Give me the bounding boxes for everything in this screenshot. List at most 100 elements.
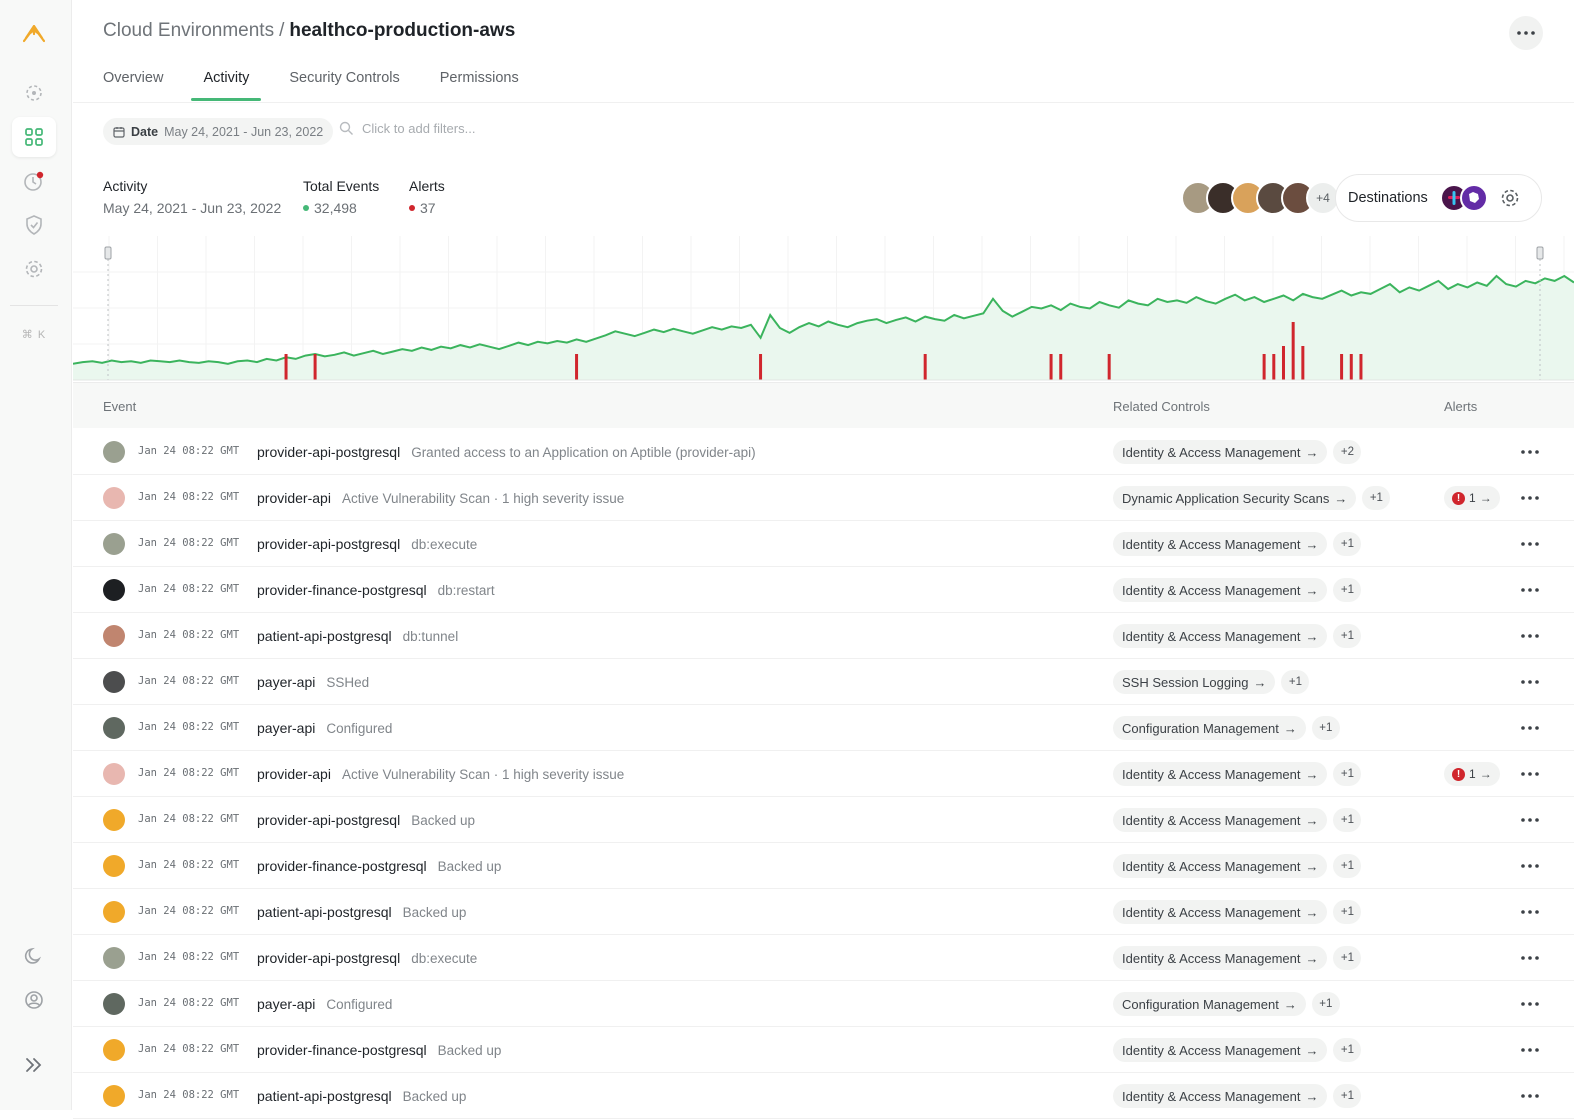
table-row[interactable]: Jan 24 08:22 GMT patient-api-postgresql db… — [73, 613, 1574, 659]
related-control-pill[interactable]: SSH Session Logging → — [1113, 670, 1276, 694]
command-shortcut[interactable]: ⌘ K — [12, 328, 56, 341]
row-more-button[interactable] — [1513, 577, 1547, 603]
table-row[interactable]: Jan 24 08:22 GMT patient-api-postgresql Ba… — [73, 889, 1574, 935]
related-control-pill[interactable]: Dynamic Application Security Scans → — [1113, 486, 1357, 510]
row-more-button[interactable] — [1513, 761, 1547, 787]
row-more-button[interactable] — [1513, 945, 1547, 971]
table-row[interactable]: Jan 24 08:22 GMT provider-finance-postgre… — [73, 843, 1574, 889]
column-header-alerts[interactable]: Alerts — [1444, 399, 1477, 414]
row-more-button[interactable] — [1513, 669, 1547, 695]
alerts-icon[interactable] — [12, 161, 56, 201]
alert-badge[interactable]: ! 1 → — [1444, 486, 1500, 510]
table-row[interactable]: Jan 24 08:22 GMT payer-api Configured Confi… — [73, 981, 1574, 1027]
event-resource[interactable]: payer-api — [257, 996, 315, 1012]
row-more-button[interactable] — [1513, 485, 1547, 511]
date-filter[interactable]: Date May 24, 2021 - Jun 23, 2022 — [103, 118, 334, 145]
related-control-pill[interactable]: Identity & Access Management → — [1113, 854, 1328, 878]
event-resource[interactable]: payer-api — [257, 720, 315, 736]
grid-icon[interactable] — [12, 117, 56, 157]
row-more-button[interactable] — [1513, 991, 1547, 1017]
related-controls-more[interactable]: +1 — [1333, 762, 1362, 786]
table-row[interactable]: Jan 24 08:22 GMT provider-api-postgresql d… — [73, 935, 1574, 981]
related-controls-more[interactable]: +1 — [1362, 486, 1391, 510]
event-resource[interactable]: provider-api-postgresql — [257, 950, 400, 966]
related-controls-more[interactable]: +1 — [1311, 992, 1340, 1016]
tab-activity[interactable]: Activity — [191, 68, 262, 104]
event-resource[interactable]: patient-api-postgresql — [257, 628, 392, 644]
event-resource[interactable]: provider-finance-postgresql — [257, 1042, 427, 1058]
related-control-pill[interactable]: Identity & Access Management → — [1113, 762, 1328, 786]
event-resource[interactable]: provider-api-postgresql — [257, 812, 400, 828]
gear-icon[interactable] — [12, 249, 56, 289]
range-end-handle[interactable] — [1536, 246, 1544, 260]
row-more-button[interactable] — [1513, 623, 1547, 649]
table-row[interactable]: Jan 24 08:22 GMT provider-api Active Vulne… — [73, 751, 1574, 797]
related-control-pill[interactable]: Identity & Access Management → — [1113, 532, 1328, 556]
alert-badge[interactable]: ! 1 → — [1444, 762, 1500, 786]
row-more-button[interactable] — [1513, 807, 1547, 833]
related-controls-more[interactable]: +1 — [1311, 716, 1340, 740]
event-resource[interactable]: provider-api — [257, 766, 331, 782]
table-row[interactable]: Jan 24 08:22 GMT provider-finance-postgre… — [73, 567, 1574, 613]
team-avatars[interactable]: +4 — [1181, 181, 1340, 215]
related-controls-more[interactable]: +1 — [1333, 946, 1362, 970]
destinations-settings-button[interactable] — [1500, 188, 1520, 208]
related-controls-more[interactable]: +1 — [1333, 624, 1362, 648]
related-controls-more[interactable]: +1 — [1333, 900, 1362, 924]
related-control-pill[interactable]: Identity & Access Management → — [1113, 578, 1328, 602]
user-icon[interactable] — [12, 980, 56, 1020]
environments-icon[interactable] — [12, 73, 56, 113]
column-header-related-controls[interactable]: Related Controls — [1113, 399, 1210, 414]
filter-search[interactable]: Click to add filters... — [339, 121, 475, 136]
tab-security-controls[interactable]: Security Controls — [289, 68, 399, 104]
row-more-button[interactable] — [1513, 1083, 1547, 1109]
table-row[interactable]: Jan 24 08:22 GMT provider-api-postgresql d… — [73, 521, 1574, 567]
tab-overview[interactable]: Overview — [103, 68, 163, 104]
shield-icon[interactable] — [12, 205, 56, 245]
event-resource[interactable]: provider-api-postgresql — [257, 536, 400, 552]
page-more-button[interactable] — [1509, 16, 1543, 50]
breadcrumb-parent[interactable]: Cloud Environments — [103, 20, 274, 41]
related-control-pill[interactable]: Identity & Access Management → — [1113, 1038, 1328, 1062]
related-controls-more[interactable]: +2 — [1333, 440, 1362, 464]
activity-chart[interactable] — [73, 236, 1574, 386]
event-resource[interactable]: payer-api — [257, 674, 315, 690]
moon-icon[interactable] — [12, 936, 56, 976]
table-row[interactable]: Jan 24 08:22 GMT payer-api Configured Confi… — [73, 705, 1574, 751]
related-controls-more[interactable]: +1 — [1333, 578, 1362, 602]
row-more-button[interactable] — [1513, 1037, 1547, 1063]
related-control-pill[interactable]: Identity & Access Management → — [1113, 808, 1328, 832]
related-controls-more[interactable]: +1 — [1333, 808, 1362, 832]
event-resource[interactable]: provider-finance-postgresql — [257, 582, 427, 598]
destinations-button[interactable]: Destinations — [1335, 174, 1542, 222]
related-control-pill[interactable]: Configuration Management → — [1113, 716, 1306, 740]
related-control-pill[interactable]: Identity & Access Management → — [1113, 946, 1328, 970]
range-start-handle[interactable] — [104, 246, 112, 260]
related-control-pill[interactable]: Identity & Access Management → — [1113, 624, 1328, 648]
related-control-pill[interactable]: Configuration Management → — [1113, 992, 1306, 1016]
related-controls-more[interactable]: +1 — [1333, 1084, 1362, 1108]
table-row[interactable]: Jan 24 08:22 GMT payer-api SSHed SSH Sessio… — [73, 659, 1574, 705]
tab-permissions[interactable]: Permissions — [440, 68, 519, 104]
aptible-logo-icon[interactable] — [12, 14, 56, 54]
related-control-pill[interactable]: Identity & Access Management → — [1113, 1084, 1328, 1108]
related-control-pill[interactable]: Identity & Access Management → — [1113, 440, 1328, 464]
table-row[interactable]: Jan 24 08:22 GMT provider-api Active Vulne… — [73, 475, 1574, 521]
event-resource[interactable]: provider-api — [257, 490, 331, 506]
row-more-button[interactable] — [1513, 439, 1547, 465]
row-more-button[interactable] — [1513, 531, 1547, 557]
table-row[interactable]: Jan 24 08:22 GMT patient-api-postgresql Ba… — [73, 1073, 1574, 1119]
expand-icon[interactable] — [12, 1045, 56, 1085]
event-resource[interactable]: provider-finance-postgresql — [257, 858, 427, 874]
event-resource[interactable]: patient-api-postgresql — [257, 904, 392, 920]
table-row[interactable]: Jan 24 08:22 GMT provider-finance-postgre… — [73, 1027, 1574, 1073]
related-controls-more[interactable]: +1 — [1333, 1038, 1362, 1062]
related-controls-more[interactable]: +1 — [1333, 532, 1362, 556]
row-more-button[interactable] — [1513, 899, 1547, 925]
row-more-button[interactable] — [1513, 853, 1547, 879]
event-resource[interactable]: patient-api-postgresql — [257, 1088, 392, 1104]
event-resource[interactable]: provider-api-postgresql — [257, 444, 400, 460]
table-row[interactable]: Jan 24 08:22 GMT provider-api-postgresql G… — [73, 429, 1574, 475]
related-controls-more[interactable]: +1 — [1281, 670, 1310, 694]
column-header-event[interactable]: Event — [103, 399, 136, 414]
